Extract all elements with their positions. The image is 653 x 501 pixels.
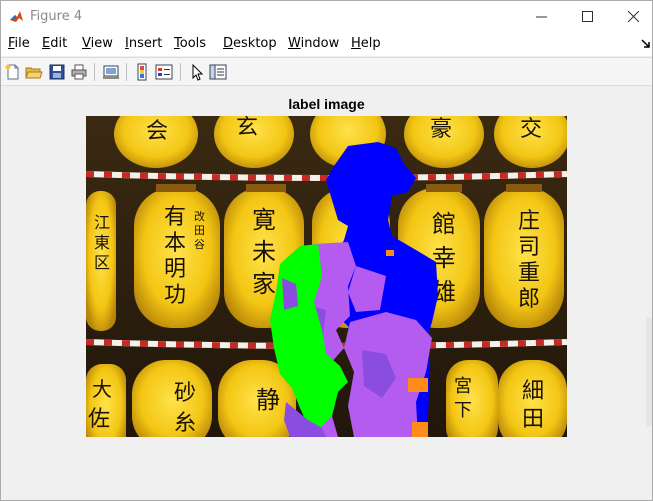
svg-text:司: 司 [518, 235, 540, 260]
menu-edit-mnemonic: E [42, 36, 51, 51]
close-icon [627, 11, 639, 22]
svg-text:家: 家 [252, 270, 276, 298]
menu-desktop-mnemonic: D [223, 36, 234, 51]
menu-edit[interactable]: Edit [42, 36, 67, 51]
menu-view-mnemonic: V [82, 36, 91, 51]
axes-title: label image [288, 96, 365, 112]
open-file-icon[interactable] [25, 63, 43, 81]
menu-edit-rest: dit [50, 36, 68, 51]
svg-text:田: 田 [194, 224, 205, 237]
menu-desktop-rest: esktop [233, 36, 277, 51]
svg-text:糸: 糸 [174, 411, 196, 436]
label-image-render: 江 東 区 有 本 明 功 改 田 谷 寛 未 家 館 幸 雄 庄 司 重 郎 … [86, 116, 567, 437]
svg-text:寛: 寛 [252, 206, 276, 234]
svg-text:会: 会 [146, 119, 168, 144]
maximize-icon [581, 11, 593, 22]
svg-text:本: 本 [164, 231, 186, 256]
svg-text:玄: 玄 [236, 116, 258, 140]
svg-text:有: 有 [164, 205, 186, 230]
menu-file-rest: ile [14, 36, 30, 51]
svg-text:下: 下 [454, 400, 472, 421]
toolbar-separator [94, 63, 95, 81]
menu-view-rest: iew [90, 36, 113, 51]
print-icon[interactable] [70, 63, 88, 81]
dock-figure-icon[interactable] [641, 39, 651, 49]
toolbar-separator [126, 63, 127, 81]
menu-insert[interactable]: Insert [125, 36, 162, 51]
svg-text:砂: 砂 [174, 381, 196, 406]
svg-text:江: 江 [94, 213, 110, 232]
menu-window-rest: indow [300, 36, 340, 51]
menu-help-rest: elp [360, 36, 381, 51]
svg-text:館: 館 [432, 210, 456, 238]
svg-text:郎: 郎 [518, 287, 540, 312]
figure-window: Figure 4 File Edit View Insert Tools Des… [0, 0, 653, 501]
menu-help-mnemonic: H [351, 36, 361, 51]
insert-legend-icon[interactable] [155, 63, 173, 81]
label-image[interactable]: 江 東 区 有 本 明 功 改 田 谷 寛 未 家 館 幸 雄 庄 司 重 郎 … [86, 116, 567, 437]
svg-text:庄: 庄 [518, 209, 540, 234]
menu-view[interactable]: View [82, 36, 113, 51]
svg-text:細: 細 [522, 379, 544, 404]
toolbar-separator [180, 63, 181, 81]
svg-text:東: 東 [94, 233, 110, 252]
close-button[interactable] [610, 1, 653, 32]
menu-desktop[interactable]: Desktop [223, 36, 277, 51]
property-inspector-icon[interactable] [209, 63, 227, 81]
menu-window[interactable]: Window [288, 36, 339, 51]
insert-colorbar-icon[interactable] [133, 63, 151, 81]
menu-bar: File Edit View Insert Tools Desktop Wind… [1, 32, 652, 56]
menu-tools-rest: ools [179, 36, 207, 51]
minimize-icon [535, 16, 547, 18]
svg-text:交: 交 [520, 117, 542, 142]
svg-text:重: 重 [518, 261, 540, 286]
link-plot-icon[interactable] [102, 63, 120, 81]
figure-toolbar [1, 57, 652, 86]
save-icon[interactable] [48, 63, 66, 81]
svg-text:明: 明 [164, 257, 186, 282]
svg-text:未: 未 [252, 238, 276, 266]
svg-text:静: 静 [256, 386, 280, 414]
svg-text:大: 大 [92, 377, 112, 401]
edit-plot-icon[interactable] [188, 63, 206, 81]
figure-canvas[interactable]: label image 江 東 区 有 本 明 功 改 田 谷 寛 未 家 館 … [1, 87, 652, 500]
menu-insert-rest: nsert [128, 36, 163, 51]
window-title: Figure 4 [30, 9, 83, 24]
svg-text:佐: 佐 [88, 407, 110, 432]
svg-text:谷: 谷 [194, 238, 205, 251]
svg-text:改: 改 [194, 209, 205, 223]
window-edge-grip [646, 317, 652, 427]
new-figure-icon[interactable] [4, 63, 22, 81]
svg-text:功: 功 [164, 283, 186, 308]
menu-file[interactable]: File [8, 36, 30, 51]
svg-text:区: 区 [94, 253, 110, 272]
svg-text:宮: 宮 [454, 376, 472, 397]
menu-tools[interactable]: Tools [174, 36, 206, 51]
menu-window-mnemonic: W [288, 36, 301, 51]
svg-text:田: 田 [522, 407, 544, 432]
svg-text:豪: 豪 [430, 117, 452, 142]
menu-help[interactable]: Help [351, 36, 381, 51]
title-bar: Figure 4 [1, 1, 652, 32]
minimize-button[interactable] [518, 1, 564, 32]
matlab-logo-icon [9, 9, 24, 24]
maximize-button[interactable] [564, 1, 610, 32]
